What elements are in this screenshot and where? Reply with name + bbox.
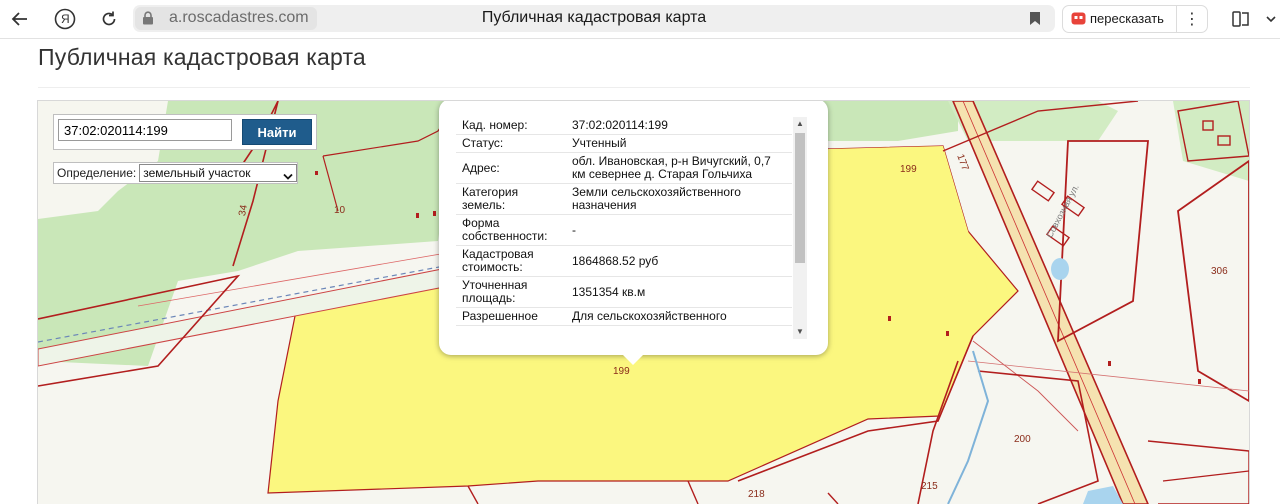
map-label-200: 200 — [1014, 434, 1031, 445]
lock-icon — [142, 11, 154, 30]
more-menu-icon[interactable]: ⋮ — [1176, 6, 1207, 32]
info-row-value: обл. Ивановская, р-н Вичугский, 0,7 км с… — [566, 152, 792, 184]
info-row: Статус: Учтенный — [456, 134, 792, 153]
info-row-key: Кадастровая стоимость: — [456, 245, 566, 277]
parcel-info-popup: Кад. номер: 37:02:020114:199 Статус: Учтенн… — [439, 101, 828, 365]
yandex-logo-icon[interactable]: Я — [50, 4, 80, 34]
info-row: Адрес: обл. Ивановская, р-н Вичугский, 0,… — [456, 152, 792, 184]
definition-select[interactable]: земельный участок — [139, 164, 298, 185]
find-button[interactable]: Найти — [242, 119, 312, 145]
scroll-down-icon[interactable]: ▼ — [796, 328, 804, 336]
cadastral-number-input[interactable] — [58, 119, 232, 141]
definition-selected-value: земельный участок — [143, 166, 251, 180]
title-divider — [38, 87, 1250, 88]
retell-label: пересказать — [1090, 11, 1164, 26]
back-arrow-icon[interactable] — [5, 4, 35, 34]
reader-icon[interactable] — [1226, 4, 1256, 34]
map-label-10: 10 — [334, 205, 346, 216]
popup-pointer — [622, 354, 644, 365]
definition-label: Определение: — [57, 166, 137, 180]
url-text: a.roscadastres.com — [169, 9, 309, 26]
chevron-down-icon — [283, 169, 293, 185]
info-row-value: Для сельскохозяйственного — [566, 307, 792, 326]
definition-row: Определение: земельный участок — [53, 162, 299, 185]
map-label-199: 199 — [613, 366, 630, 377]
page-title: Публичная кадастровая карта — [38, 44, 366, 70]
info-row-key: Адрес: — [456, 152, 566, 184]
scroll-thumb[interactable] — [795, 133, 805, 263]
scroll-up-icon[interactable]: ▲ — [796, 120, 804, 128]
bookmark-icon[interactable] — [1029, 11, 1041, 31]
reload-icon[interactable] — [94, 4, 124, 34]
info-row-key: Категория земель: — [456, 183, 566, 215]
info-row-value: - — [566, 214, 792, 246]
info-row-key: Разрешенное — [456, 307, 566, 326]
parcel-info-table: Кад. номер: 37:02:020114:199 Статус: Учтенн… — [456, 117, 792, 326]
chevron-down-icon[interactable] — [1262, 4, 1280, 34]
info-row-key: Уточненная площадь: — [456, 276, 566, 308]
map-label-199-north: 199 — [900, 164, 917, 175]
info-row: Форма собственности: - — [456, 214, 792, 246]
info-row-key: Форма собственности: — [456, 214, 566, 246]
info-row-value: 37:02:020114:199 — [566, 117, 792, 135]
info-row: Кадастровая стоимость: 1864868.52 руб — [456, 245, 792, 277]
search-panel: Найти — [53, 114, 317, 150]
info-row-value: 1351354 кв.м — [566, 276, 792, 308]
address-bar[interactable]: a.roscadastres.com Публичная кадастровая… — [133, 5, 1055, 32]
map-label-215: 215 — [921, 481, 938, 492]
info-row: Категория земель: Земли сельскохозяйствен… — [456, 183, 792, 215]
info-row: Уточненная площадь: 1351354 кв.м — [456, 276, 792, 308]
map-label-306: 306 — [1211, 266, 1228, 277]
info-row-key: Статус: — [456, 134, 566, 153]
map-label-34: 34 — [237, 204, 250, 217]
retell-button[interactable]: пересказать ⋮ — [1062, 5, 1208, 33]
browser-toolbar: Я a.roscadastres.com Публичная кадастров… — [0, 0, 1280, 39]
info-row: Разрешенное Для сельскохозяйственного — [456, 307, 792, 326]
map-label-218: 218 — [748, 489, 765, 500]
info-row-value: Учтенный — [566, 134, 792, 153]
info-row-value: Земли сельскохозяйственного назначения — [566, 183, 792, 215]
cadastral-map[interactable]: 199 199 10 34 177 306 200 218 215 Совхоз… — [37, 100, 1250, 504]
yandex-letter: Я — [61, 12, 70, 26]
popup-scrollbar[interactable]: ▲ ▼ — [793, 117, 807, 339]
info-row: Кад. номер: 37:02:020114:199 — [456, 117, 792, 135]
info-row-value: 1864868.52 руб — [566, 245, 792, 277]
retell-icon — [1071, 12, 1086, 30]
info-row-key: Кад. номер: — [456, 117, 566, 135]
